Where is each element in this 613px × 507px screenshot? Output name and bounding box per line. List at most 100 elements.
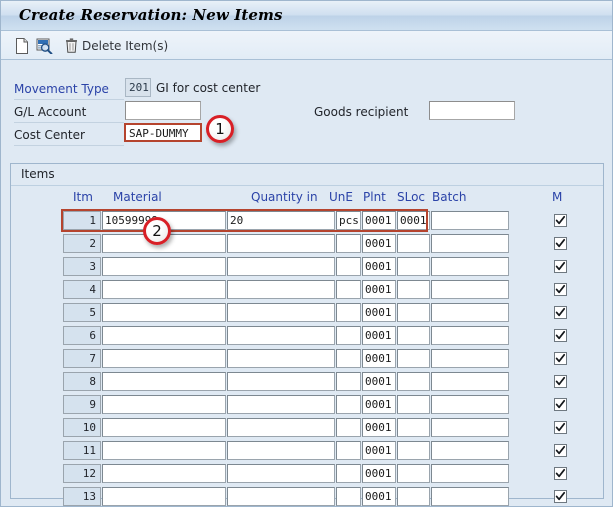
quantity-field[interactable]	[227, 395, 335, 414]
plnt-field[interactable]: 0001	[362, 349, 396, 368]
quantity-field[interactable]	[227, 280, 335, 299]
quantity-field[interactable]	[227, 349, 335, 368]
movement-allowed-checkbox[interactable]	[554, 375, 567, 388]
sloc-field[interactable]: 0001	[397, 211, 430, 230]
quantity-field[interactable]	[227, 487, 335, 506]
plnt-field[interactable]: 0001	[362, 487, 396, 506]
plnt-field[interactable]: 0001	[362, 257, 396, 276]
sloc-field[interactable]	[397, 280, 430, 299]
sloc-field[interactable]	[397, 326, 430, 345]
batch-field[interactable]	[431, 303, 509, 322]
movement-type-field[interactable]: 201	[125, 78, 151, 97]
cost-center-field[interactable]: SAP-DUMMY	[124, 123, 202, 142]
une-field[interactable]: pcs	[336, 211, 361, 230]
material-field[interactable]	[102, 257, 226, 276]
quantity-field[interactable]	[227, 303, 335, 322]
material-field[interactable]	[102, 372, 226, 391]
material-field[interactable]	[102, 326, 226, 345]
sloc-field[interactable]	[397, 464, 430, 483]
movement-allowed-checkbox[interactable]	[554, 306, 567, 319]
une-field[interactable]	[336, 464, 361, 483]
movement-allowed-checkbox[interactable]	[554, 237, 567, 250]
movement-allowed-checkbox[interactable]	[554, 467, 567, 480]
sloc-field[interactable]	[397, 441, 430, 460]
une-field[interactable]	[336, 395, 361, 414]
une-field[interactable]	[336, 280, 361, 299]
material-field[interactable]	[102, 303, 226, 322]
material-field[interactable]	[102, 487, 226, 506]
plnt-field[interactable]: 0001	[362, 211, 396, 230]
plnt-field[interactable]: 0001	[362, 303, 396, 322]
gl-account-field[interactable]	[125, 101, 201, 120]
material-field[interactable]	[102, 395, 226, 414]
batch-field[interactable]	[431, 280, 509, 299]
plnt-field[interactable]: 0001	[362, 326, 396, 345]
material-field[interactable]	[102, 418, 226, 437]
sloc-field[interactable]	[397, 303, 430, 322]
sloc-field[interactable]	[397, 487, 430, 506]
batch-field[interactable]	[431, 441, 509, 460]
batch-field[interactable]	[431, 326, 509, 345]
quantity-field[interactable]: 20	[227, 211, 335, 230]
movement-allowed-checkbox[interactable]	[554, 444, 567, 457]
row-item-number: 8	[63, 372, 101, 391]
material-field[interactable]	[102, 441, 226, 460]
une-field[interactable]	[336, 326, 361, 345]
plnt-field[interactable]: 0001	[362, 280, 396, 299]
une-field[interactable]	[336, 257, 361, 276]
annotation-badge-1: 1	[206, 115, 234, 143]
une-field[interactable]	[336, 441, 361, 460]
delete-items-button[interactable]: Delete Item(s)	[63, 35, 170, 56]
une-field[interactable]	[336, 303, 361, 322]
une-field[interactable]	[336, 349, 361, 368]
quantity-field[interactable]	[227, 441, 335, 460]
batch-field[interactable]	[431, 418, 509, 437]
quantity-field[interactable]	[227, 234, 335, 253]
movement-allowed-checkbox[interactable]	[554, 398, 567, 411]
plnt-field[interactable]: 0001	[362, 372, 396, 391]
material-field[interactable]	[102, 464, 226, 483]
batch-field[interactable]	[431, 372, 509, 391]
material-field[interactable]	[102, 349, 226, 368]
une-field[interactable]	[336, 487, 361, 506]
batch-field[interactable]	[431, 234, 509, 253]
une-field[interactable]	[336, 372, 361, 391]
movement-allowed-checkbox[interactable]	[554, 352, 567, 365]
plnt-field[interactable]: 0001	[362, 395, 396, 414]
quantity-field[interactable]	[227, 464, 335, 483]
batch-field[interactable]	[431, 211, 509, 230]
batch-field[interactable]	[431, 395, 509, 414]
sloc-field[interactable]	[397, 418, 430, 437]
movement-allowed-checkbox[interactable]	[554, 283, 567, 296]
plnt-field[interactable]: 0001	[362, 418, 396, 437]
batch-field[interactable]	[431, 487, 509, 506]
sloc-field[interactable]	[397, 372, 430, 391]
batch-field[interactable]	[431, 464, 509, 483]
une-field[interactable]	[336, 418, 361, 437]
page-title: Create Reservation: New Items	[19, 6, 283, 24]
quantity-field[interactable]	[227, 257, 335, 276]
une-field[interactable]	[336, 234, 361, 253]
sloc-field[interactable]	[397, 257, 430, 276]
table-row: 110001	[11, 440, 603, 461]
movement-allowed-checkbox[interactable]	[554, 329, 567, 342]
sloc-field[interactable]	[397, 395, 430, 414]
material-field[interactable]	[102, 280, 226, 299]
sloc-field[interactable]	[397, 349, 430, 368]
display-item-button[interactable]	[34, 35, 55, 56]
goods-recipient-field[interactable]	[429, 101, 515, 120]
new-item-button[interactable]	[13, 35, 31, 56]
movement-allowed-checkbox[interactable]	[554, 490, 567, 503]
plnt-field[interactable]: 0001	[362, 441, 396, 460]
quantity-field[interactable]	[227, 418, 335, 437]
movement-allowed-checkbox[interactable]	[554, 260, 567, 273]
plnt-field[interactable]: 0001	[362, 464, 396, 483]
quantity-field[interactable]	[227, 326, 335, 345]
batch-field[interactable]	[431, 349, 509, 368]
movement-allowed-checkbox[interactable]	[554, 214, 567, 227]
sloc-field[interactable]	[397, 234, 430, 253]
movement-allowed-checkbox[interactable]	[554, 421, 567, 434]
plnt-field[interactable]: 0001	[362, 234, 396, 253]
batch-field[interactable]	[431, 257, 509, 276]
quantity-field[interactable]	[227, 372, 335, 391]
